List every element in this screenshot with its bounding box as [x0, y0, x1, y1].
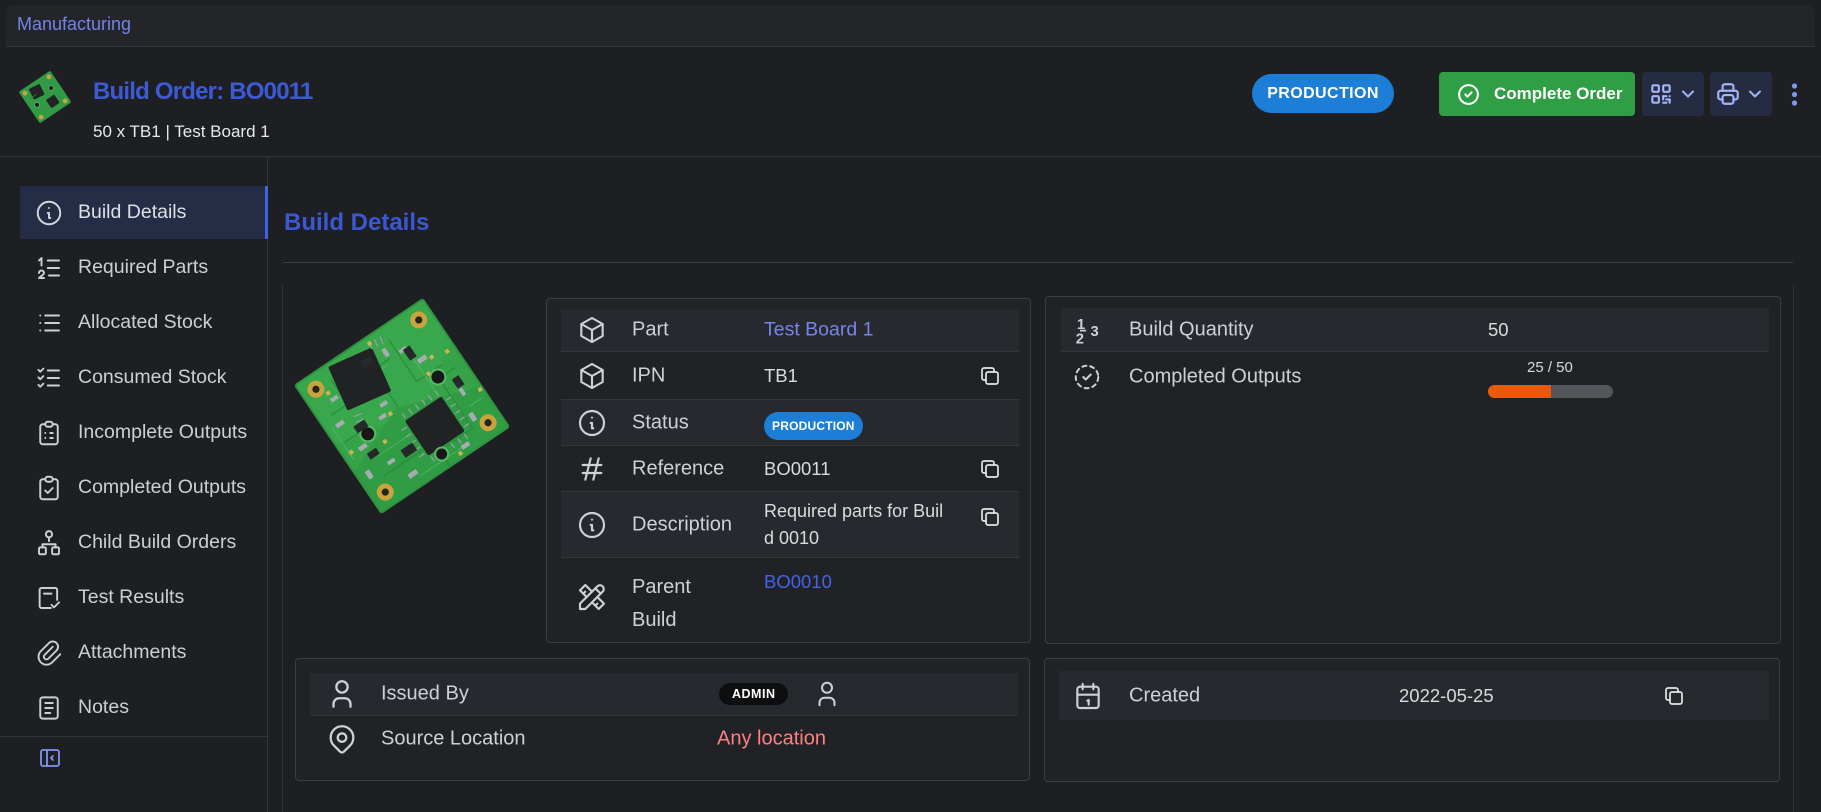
svg-text:2: 2 [1076, 331, 1084, 345]
svg-text:3: 3 [1090, 324, 1098, 340]
